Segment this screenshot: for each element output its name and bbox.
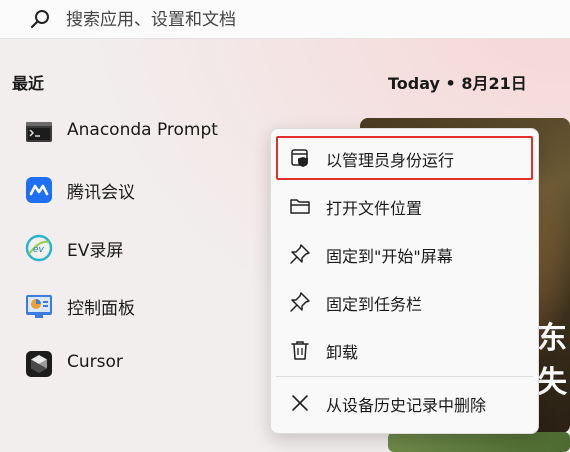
recent-item-anaconda-prompt[interactable]: Anaconda Prompt [12,106,262,158]
cursor-icon [26,351,52,377]
pin-icon [290,244,310,264]
menu-item-pin-to-taskbar[interactable]: 固定到任务栏 [276,280,533,324]
terminal-icon [26,122,52,142]
wallpaper-card-secondary[interactable] [388,432,570,452]
shield-icon [291,149,308,167]
recent-item-ev-recorder[interactable]: ev EV录屏 [12,222,262,274]
recent-item-label: 控制面板 [67,299,135,319]
menu-item-pin-to-start[interactable]: 固定到"开始"屏幕 [276,232,533,276]
pin-icon [290,292,310,312]
ev-recorder-icon: ev [25,234,53,262]
search-bar[interactable] [0,0,570,39]
trash-icon [291,341,309,360]
date-label: Today • 8月21日 [388,74,527,93]
close-icon [292,395,308,411]
menu-item-label: 打开文件位置 [326,199,423,218]
recent-section-title: 最近 [12,74,45,93]
control-panel-icon [26,295,52,318]
menu-item-remove-from-history[interactable]: 从设备历史记录中删除 [276,381,533,425]
menu-item-open-file-location[interactable]: 打开文件位置 [276,184,533,228]
menu-item-label: 从设备历史记录中删除 [326,396,487,415]
folder-icon [290,199,310,214]
menu-divider [276,376,533,377]
recent-item-label: Anaconda Prompt [67,120,218,140]
search-input[interactable] [64,6,548,34]
menu-item-uninstall[interactable]: 卸载 [276,328,533,372]
recent-item-control-panel[interactable]: 控制面板 [12,280,262,332]
menu-item-label: 以管理员身份运行 [326,151,455,170]
menu-item-label: 固定到任务栏 [326,295,423,314]
search-icon [30,10,49,29]
recent-item-label: Cursor [67,352,123,372]
wallpaper-text: 东失 [537,321,567,400]
recent-item-tencent-meeting[interactable]: 腾讯会议 [12,164,262,216]
recent-item-label: 腾讯会议 [67,183,135,203]
recent-item-label: EV录屏 [67,241,124,261]
menu-item-label: 固定到"开始"屏幕 [326,247,453,266]
menu-item-label: 卸载 [326,343,359,362]
context-menu: 以管理员身份运行 打开文件位置 固定到"开始"屏幕 固定到任务栏 卸载 从设备历… [270,128,539,434]
menu-item-run-as-admin[interactable]: 以管理员身份运行 [276,136,533,180]
recent-item-cursor[interactable]: Cursor [12,338,262,390]
svg-text:ev: ev [33,245,45,255]
tencent-meeting-icon [26,177,52,203]
